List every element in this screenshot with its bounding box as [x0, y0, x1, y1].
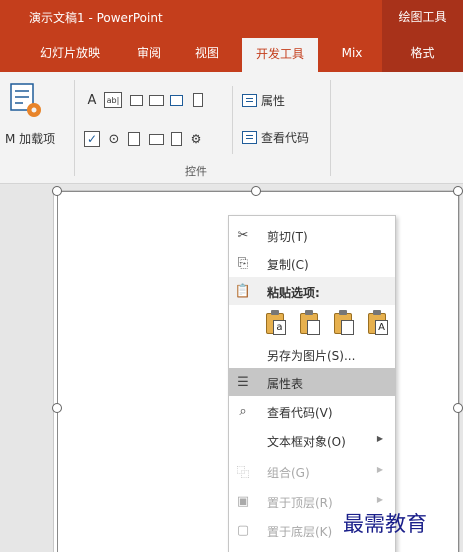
view-code-icon: ⌕ — [239, 403, 247, 419]
clipboard-icon: 📋 — [234, 283, 252, 299]
paste-options-row: a A — [264, 306, 394, 338]
controls-group-label: 控件 — [185, 165, 207, 178]
ribbon-tabs: 幻灯片放映 审阅 视图 开发工具 Mix 格式 — [0, 34, 463, 72]
resize-handle-left[interactable] — [52, 403, 62, 413]
title-bar: 演示文稿1 - PowerPoint 绘图工具 — [0, 0, 463, 34]
menu-section-paste-options: 📋 粘贴选项: — [229, 277, 395, 305]
properties-label: 属性 — [261, 94, 286, 108]
label-control-icon[interactable]: A — [84, 92, 100, 108]
menu-item-cut[interactable]: ✂ 剪切(T) — [229, 221, 395, 249]
selection-border-left — [57, 191, 58, 552]
checkbox-control-icon[interactable]: ✓ — [84, 131, 100, 147]
window-title: 演示文稿1 - PowerPoint — [29, 11, 163, 25]
submenu-arrow-icon: ▶ — [376, 495, 383, 504]
tab-mix[interactable]: Mix — [326, 34, 378, 72]
resize-handle-top-right[interactable] — [453, 186, 463, 196]
addins-button[interactable]: M 加载项 — [5, 82, 70, 162]
listbox-control-icon[interactable] — [148, 131, 164, 147]
resize-handle-top[interactable] — [251, 186, 261, 196]
addins-label: M 加载项 — [5, 132, 56, 146]
paste-keep-source-formatting-icon[interactable] — [298, 309, 320, 335]
ribbon: M 加载项 A ab| ✓ ⊙ ⚙ 属性 查看代码 控件 — [0, 72, 463, 184]
send-back-icon: ▢ — [236, 522, 250, 538]
menu-item-group: ⿻ 组合(G) ▶ — [236, 465, 383, 481]
copy-icon: ⎘ — [237, 255, 249, 271]
textbox-control-icon[interactable]: ab| — [104, 92, 122, 108]
addins-icon — [10, 83, 41, 117]
view-code-icon — [242, 131, 257, 144]
combobox-control-icon[interactable] — [168, 131, 184, 147]
menu-item-property-sheet[interactable]: ☰ 属性表 — [229, 368, 395, 396]
menu-item-textbox-object[interactable]: 文本框对象(O) ▶ — [229, 426, 395, 454]
contextual-tab-header: 绘图工具 — [382, 0, 463, 34]
image-control-icon[interactable] — [168, 92, 184, 108]
ribbon-divider-end — [330, 80, 331, 176]
togglebutton-control-icon[interactable] — [126, 131, 142, 147]
group-icon: ⿻ — [236, 465, 250, 481]
view-code-button[interactable]: 查看代码 — [242, 129, 309, 146]
menu-item-view-code[interactable]: ⌕ 查看代码(V) — [229, 397, 395, 425]
resize-handle-right[interactable] — [453, 403, 463, 413]
properties-icon: ☰ — [237, 374, 249, 390]
context-menu: ✂ 剪切(T) ⎘ 复制(C) 📋 粘贴选项: a A 另存为图片(S)... … — [228, 215, 396, 552]
ribbon-divider — [74, 80, 75, 176]
view-code-label: 查看代码 — [261, 131, 310, 145]
bring-front-icon: ▣ — [236, 493, 250, 509]
more-controls-icon[interactable]: ⚙ — [188, 131, 204, 147]
scissors-icon: ✂ — [237, 227, 249, 243]
commandbutton-control-icon[interactable] — [148, 92, 164, 108]
watermark-text: 最需教育 — [343, 512, 427, 536]
menu-item-copy[interactable]: ⎘ 复制(C) — [229, 249, 395, 277]
spinbutton-control-icon[interactable] — [128, 92, 144, 108]
properties-button[interactable]: 属性 — [242, 92, 285, 109]
radio-control-icon[interactable]: ⊙ — [106, 131, 122, 147]
submenu-arrow-icon: ▶ — [376, 465, 383, 474]
paste-use-destination-theme-icon[interactable]: a — [264, 309, 286, 335]
submenu-arrow-icon: ▶ — [376, 434, 383, 443]
tab-developer[interactable]: 开发工具 — [242, 38, 318, 72]
tab-review[interactable]: 审阅 — [125, 34, 173, 72]
properties-icon — [242, 94, 257, 107]
tab-slideshow[interactable]: 幻灯片放映 — [28, 34, 112, 72]
selection-border-right — [458, 191, 459, 552]
menu-item-save-as-picture[interactable]: 另存为图片(S)... — [229, 340, 395, 368]
resize-handle-top-left[interactable] — [52, 186, 62, 196]
tab-view[interactable]: 视图 — [183, 34, 231, 72]
paste-keep-text-only-icon[interactable]: A — [366, 309, 388, 335]
paste-picture-icon[interactable] — [332, 309, 354, 335]
ribbon-divider-inner — [232, 86, 233, 154]
tab-format[interactable]: 格式 — [382, 34, 463, 72]
scrollbar-control-icon[interactable] — [190, 92, 206, 108]
